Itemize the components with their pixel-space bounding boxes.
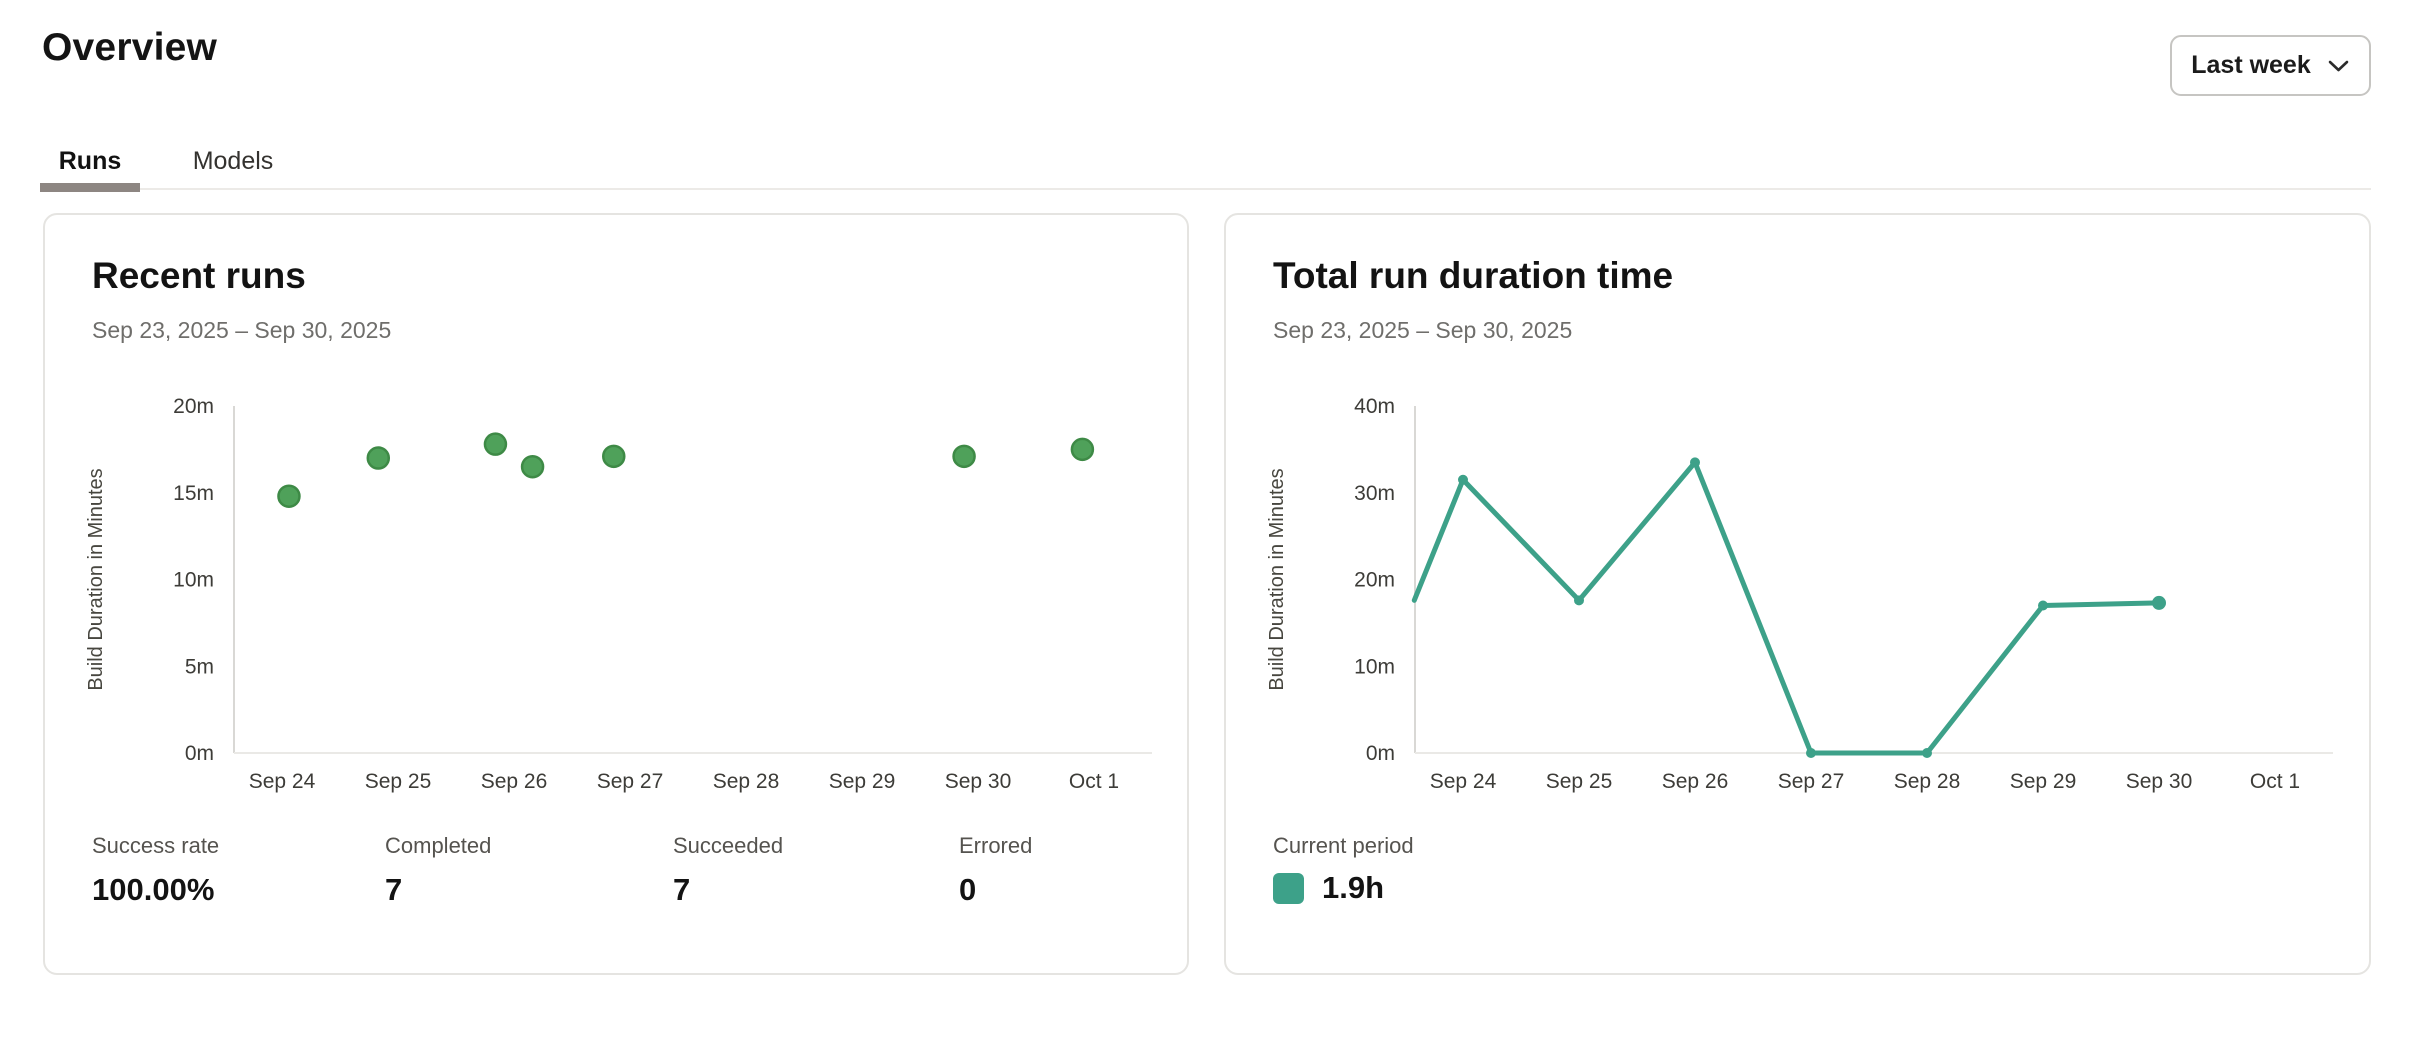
stat-label: Success rate bbox=[92, 833, 219, 859]
line-vertex bbox=[2038, 601, 2048, 611]
data-point[interactable] bbox=[522, 456, 543, 477]
y-tick-label: 0m bbox=[1366, 742, 1395, 765]
data-point[interactable] bbox=[954, 446, 975, 467]
x-tick-label: Sep 28 bbox=[1894, 770, 1961, 793]
x-tick-label: Sep 26 bbox=[1662, 770, 1729, 793]
y-tick-label: 20m bbox=[1354, 569, 1395, 592]
x-tick-label: Oct 1 bbox=[2250, 770, 2300, 793]
stat-errored: Errored 0 bbox=[959, 833, 1032, 908]
line-vertex bbox=[1574, 595, 1584, 605]
data-point[interactable] bbox=[278, 486, 299, 507]
period-dropdown[interactable]: Last week bbox=[2170, 35, 2371, 96]
data-point[interactable] bbox=[485, 434, 506, 455]
recent-runs-card: Recent runs Sep 23, 2025 – Sep 30, 2025 … bbox=[43, 213, 1189, 975]
active-tab-indicator bbox=[40, 183, 140, 192]
total-duration-line-chart: 0m 10m 20m 30m 40m Sep 24 Sep 25 Sep 26 Sep 27 Se… bbox=[1226, 215, 2368, 973]
data-point[interactable] bbox=[1072, 439, 1093, 460]
legend-value: 1.9h bbox=[1322, 870, 1384, 906]
y-tick-label: 40m bbox=[1354, 395, 1395, 418]
stat-label: Succeeded bbox=[673, 833, 783, 859]
line-vertex bbox=[1806, 748, 1816, 758]
x-tick-label: Sep 25 bbox=[365, 770, 432, 793]
data-point[interactable] bbox=[368, 448, 389, 469]
line-vertex bbox=[1690, 457, 1700, 467]
stat-completed: Completed 7 bbox=[385, 833, 491, 908]
y-tick-label: 30m bbox=[1354, 482, 1395, 505]
data-point[interactable] bbox=[603, 446, 624, 467]
x-tick-label: Sep 24 bbox=[1430, 770, 1497, 793]
y-tick-label: 10m bbox=[1354, 655, 1395, 678]
line-vertex bbox=[1458, 475, 1468, 485]
x-tick-label: Sep 29 bbox=[829, 770, 896, 793]
stat-value: 100.00% bbox=[92, 872, 219, 908]
x-tick-label: Sep 29 bbox=[2010, 770, 2077, 793]
tab-runs[interactable]: Runs bbox=[40, 136, 140, 186]
line-vertex bbox=[1922, 748, 1932, 758]
y-tick-label: 0m bbox=[185, 742, 214, 765]
line-end-point bbox=[2152, 596, 2166, 610]
stat-succeeded: Succeeded 7 bbox=[673, 833, 783, 908]
stat-label: Errored bbox=[959, 833, 1032, 859]
period-dropdown-value: Last week bbox=[2191, 51, 2311, 80]
stat-value: 7 bbox=[385, 872, 491, 908]
legend-row: 1.9h bbox=[1273, 870, 1384, 906]
stat-success-rate: Success rate 100.00% bbox=[92, 833, 219, 908]
y-tick-label: 5m bbox=[185, 655, 214, 678]
x-tick-label: Sep 26 bbox=[481, 770, 548, 793]
y-tick-label: 15m bbox=[173, 482, 214, 505]
y-axis-title: Build Duration in Minutes bbox=[85, 468, 107, 690]
tab-models[interactable]: Models bbox=[188, 136, 278, 186]
stat-value: 7 bbox=[673, 872, 783, 908]
x-tick-label: Sep 28 bbox=[713, 770, 780, 793]
y-tick-label: 20m bbox=[173, 395, 214, 418]
page-title: Overview bbox=[42, 26, 217, 70]
x-tick-label: Sep 30 bbox=[2126, 770, 2193, 793]
legend-label: Current period bbox=[1273, 833, 1414, 859]
x-tick-label: Oct 1 bbox=[1069, 770, 1119, 793]
legend-color-swatch bbox=[1273, 873, 1304, 904]
chevron-down-icon bbox=[2327, 59, 2350, 73]
total-run-duration-card: Total run duration time Sep 23, 2025 – S… bbox=[1224, 213, 2371, 975]
y-tick-label: 10m bbox=[173, 569, 214, 592]
tabbar: Runs Models bbox=[40, 136, 2371, 190]
x-tick-label: Sep 27 bbox=[1778, 770, 1845, 793]
y-axis-title: Build Duration in Minutes bbox=[1266, 468, 1288, 690]
stat-label: Completed bbox=[385, 833, 491, 859]
x-tick-label: Sep 30 bbox=[945, 770, 1012, 793]
x-tick-label: Sep 24 bbox=[249, 770, 316, 793]
stat-value: 0 bbox=[959, 872, 1032, 908]
x-tick-label: Sep 25 bbox=[1546, 770, 1613, 793]
x-tick-label: Sep 27 bbox=[597, 770, 664, 793]
